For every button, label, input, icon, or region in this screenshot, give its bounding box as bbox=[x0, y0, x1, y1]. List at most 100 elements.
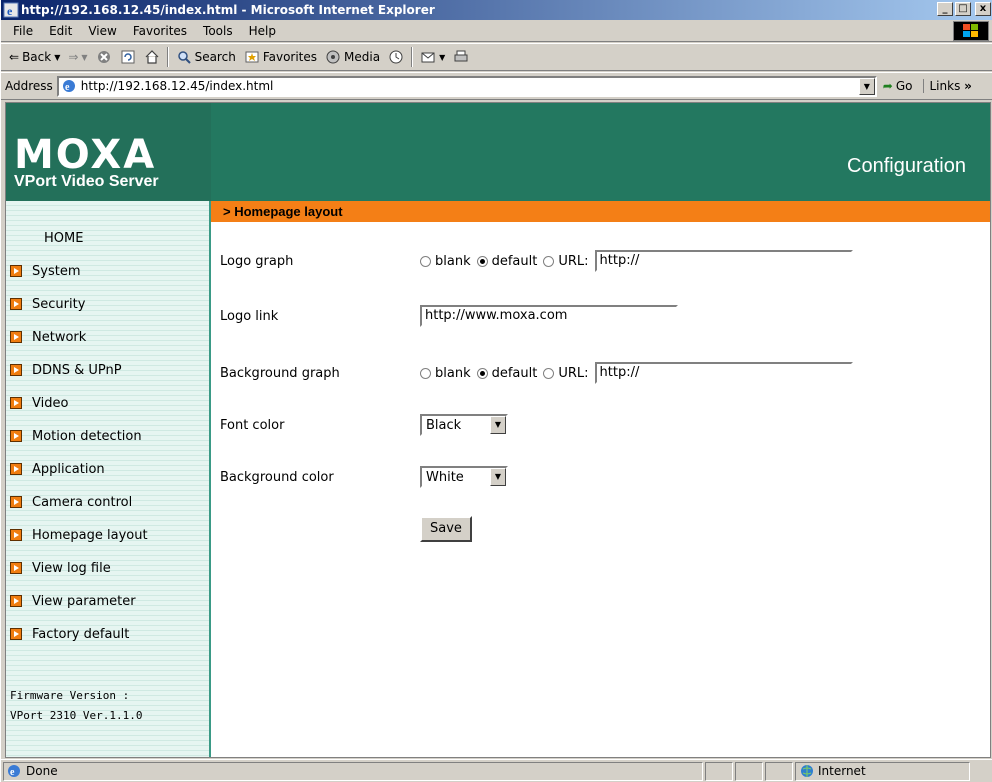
sidebar-item-camera-control[interactable]: Camera control bbox=[10, 492, 132, 512]
menu-file[interactable]: File bbox=[5, 21, 41, 41]
sidebar-item-label: Network bbox=[32, 329, 87, 345]
sidebar-item-label: Security bbox=[32, 296, 86, 312]
background-graph-default-option[interactable]: default bbox=[476, 366, 537, 381]
media-button[interactable]: Media bbox=[321, 45, 384, 69]
search-button[interactable]: Search bbox=[172, 45, 240, 69]
sidebar-item-view-log-file[interactable]: View log file bbox=[10, 558, 111, 578]
radio-button[interactable] bbox=[543, 367, 555, 379]
background-graph-label: Background graph bbox=[220, 365, 340, 381]
option-label: blank bbox=[435, 253, 471, 269]
security-zone: Internet bbox=[795, 761, 970, 781]
chevron-right-icon: » bbox=[964, 79, 972, 93]
background-graph-blank-option[interactable]: blank bbox=[420, 366, 471, 381]
logo-graph-url-input[interactable]: http:// bbox=[594, 250, 853, 272]
refresh-button[interactable] bbox=[116, 45, 140, 69]
sidebar-item-homepage-layout[interactable]: Homepage layout bbox=[10, 525, 148, 545]
background-color-row: Background color White ▼ bbox=[220, 466, 508, 488]
home-button[interactable] bbox=[140, 45, 164, 69]
globe-icon bbox=[801, 765, 813, 777]
favorites-label: Favorites bbox=[262, 50, 318, 64]
radio-button[interactable] bbox=[476, 367, 488, 379]
sidebar-item-view-parameter[interactable]: View parameter bbox=[10, 591, 136, 611]
menu-view[interactable]: View bbox=[80, 21, 124, 41]
chevron-down-icon: ▼ bbox=[81, 52, 88, 62]
save-button[interactable]: Save bbox=[420, 516, 472, 542]
mail-button[interactable]: ▼ bbox=[416, 45, 449, 69]
window-controls: _ □ x bbox=[937, 2, 991, 16]
page-content: MOXA VPort Video Server Configuration HO… bbox=[5, 102, 991, 758]
minimize-button[interactable]: _ bbox=[937, 2, 953, 16]
chevron-down-icon: ▼ bbox=[54, 52, 61, 62]
radio-button[interactable] bbox=[420, 255, 431, 267]
stop-button[interactable] bbox=[92, 45, 116, 69]
menu-edit[interactable]: Edit bbox=[41, 21, 80, 41]
sidebar-item-application[interactable]: Application bbox=[10, 459, 105, 479]
font-color-value: Black bbox=[426, 417, 462, 433]
logo-link-row: Logo link http://www.moxa.com bbox=[220, 305, 678, 327]
close-button[interactable]: x bbox=[975, 2, 991, 16]
menu-favorites[interactable]: Favorites bbox=[125, 21, 195, 41]
logo-link-label: Logo link bbox=[220, 308, 279, 324]
background-color-label: Background color bbox=[220, 469, 334, 485]
arrow-right-icon bbox=[10, 364, 22, 376]
zone-label: Internet bbox=[818, 764, 866, 778]
mail-icon bbox=[421, 52, 435, 63]
background-color-select[interactable]: White ▼ bbox=[420, 466, 508, 488]
sidebar-item-security[interactable]: Security bbox=[10, 294, 85, 314]
history-button[interactable] bbox=[384, 45, 408, 69]
logo-subtitle: VPort Video Server bbox=[14, 173, 159, 190]
back-label: Back bbox=[22, 50, 52, 64]
menu-bar: File Edit View Favorites Tools Help bbox=[1, 20, 992, 42]
font-color-select[interactable]: Black ▼ bbox=[420, 414, 508, 436]
sidebar-item-home[interactable]: HOME bbox=[44, 231, 83, 246]
option-label: default bbox=[491, 253, 538, 269]
media-label: Media bbox=[344, 50, 381, 64]
logo-area[interactable]: MOXA VPort Video Server bbox=[6, 103, 211, 201]
browser-window: e http://192.168.12.45/index.html - Micr… bbox=[0, 0, 992, 782]
radio-button[interactable] bbox=[420, 367, 431, 379]
sidebar-item-label: View log file bbox=[32, 560, 111, 576]
arrow-right-icon bbox=[10, 331, 22, 343]
print-button[interactable] bbox=[449, 45, 473, 69]
chevron-down-icon[interactable]: ▼ bbox=[490, 468, 506, 486]
sidebar-item-video[interactable]: Video bbox=[10, 393, 68, 413]
logo-graph-default-option[interactable]: default bbox=[476, 253, 538, 269]
firmware-value: VPort 2310 Ver.1.1.0 bbox=[10, 709, 143, 722]
option-label: URL: bbox=[558, 365, 589, 381]
background-graph-url-input[interactable]: http:// bbox=[594, 362, 853, 384]
title-bar[interactable]: e http://192.168.12.45/index.html - Micr… bbox=[1, 0, 992, 20]
logo-link-input[interactable]: http://www.moxa.com bbox=[420, 305, 678, 327]
sidebar-item-motion-detection[interactable]: Motion detection bbox=[10, 426, 142, 446]
radio-button[interactable] bbox=[476, 255, 488, 267]
links-label: Links bbox=[929, 79, 961, 93]
maximize-button[interactable]: □ bbox=[955, 2, 971, 16]
address-dropdown-button[interactable]: ▼ bbox=[858, 77, 875, 95]
firmware-info: Firmware Version : VPort 2310 Ver.1.1.0 bbox=[10, 686, 142, 726]
forward-button[interactable]: ⇒ ▼ bbox=[64, 45, 91, 69]
sidebar-item-network[interactable]: Network bbox=[10, 327, 86, 347]
go-label: Go bbox=[895, 79, 913, 93]
firmware-label: Firmware Version : bbox=[10, 689, 130, 702]
address-input[interactable]: e http://192.168.12.45/index.html ▼ bbox=[56, 75, 877, 97]
back-button[interactable]: ⇐ Back ▼ bbox=[5, 45, 64, 69]
links-button[interactable]: Links » bbox=[922, 79, 972, 93]
menu-tools[interactable]: Tools bbox=[195, 21, 241, 41]
toolbar: ⇐ Back ▼ ⇒ ▼ Search Favorites Media ▼ bbox=[1, 43, 992, 71]
go-button[interactable]: ➦ Go bbox=[883, 79, 913, 93]
arrow-right-icon bbox=[10, 562, 22, 574]
logo-graph-url-option[interactable]: URL: bbox=[543, 254, 589, 269]
logo-graph-blank-option[interactable]: blank bbox=[420, 254, 471, 269]
radio-button[interactable] bbox=[543, 255, 555, 267]
sidebar-item-system[interactable]: System bbox=[10, 261, 80, 281]
background-graph-url-option[interactable]: URL: bbox=[543, 365, 589, 381]
sidebar-item-ddns-upnp[interactable]: DDNS & UPnP bbox=[10, 360, 122, 380]
sidebar-item-label: DDNS & UPnP bbox=[32, 362, 122, 378]
save-row: Save bbox=[420, 516, 472, 542]
sidebar-item-factory-default[interactable]: Factory default bbox=[10, 624, 129, 644]
sidebar-item-label: Video bbox=[32, 395, 69, 411]
favorites-button[interactable]: Favorites bbox=[240, 45, 321, 69]
arrow-right-icon bbox=[10, 265, 22, 277]
menu-help[interactable]: Help bbox=[241, 21, 284, 41]
chevron-down-icon[interactable]: ▼ bbox=[490, 416, 506, 434]
window-title: http://192.168.12.45/index.html - Micros… bbox=[21, 3, 435, 17]
